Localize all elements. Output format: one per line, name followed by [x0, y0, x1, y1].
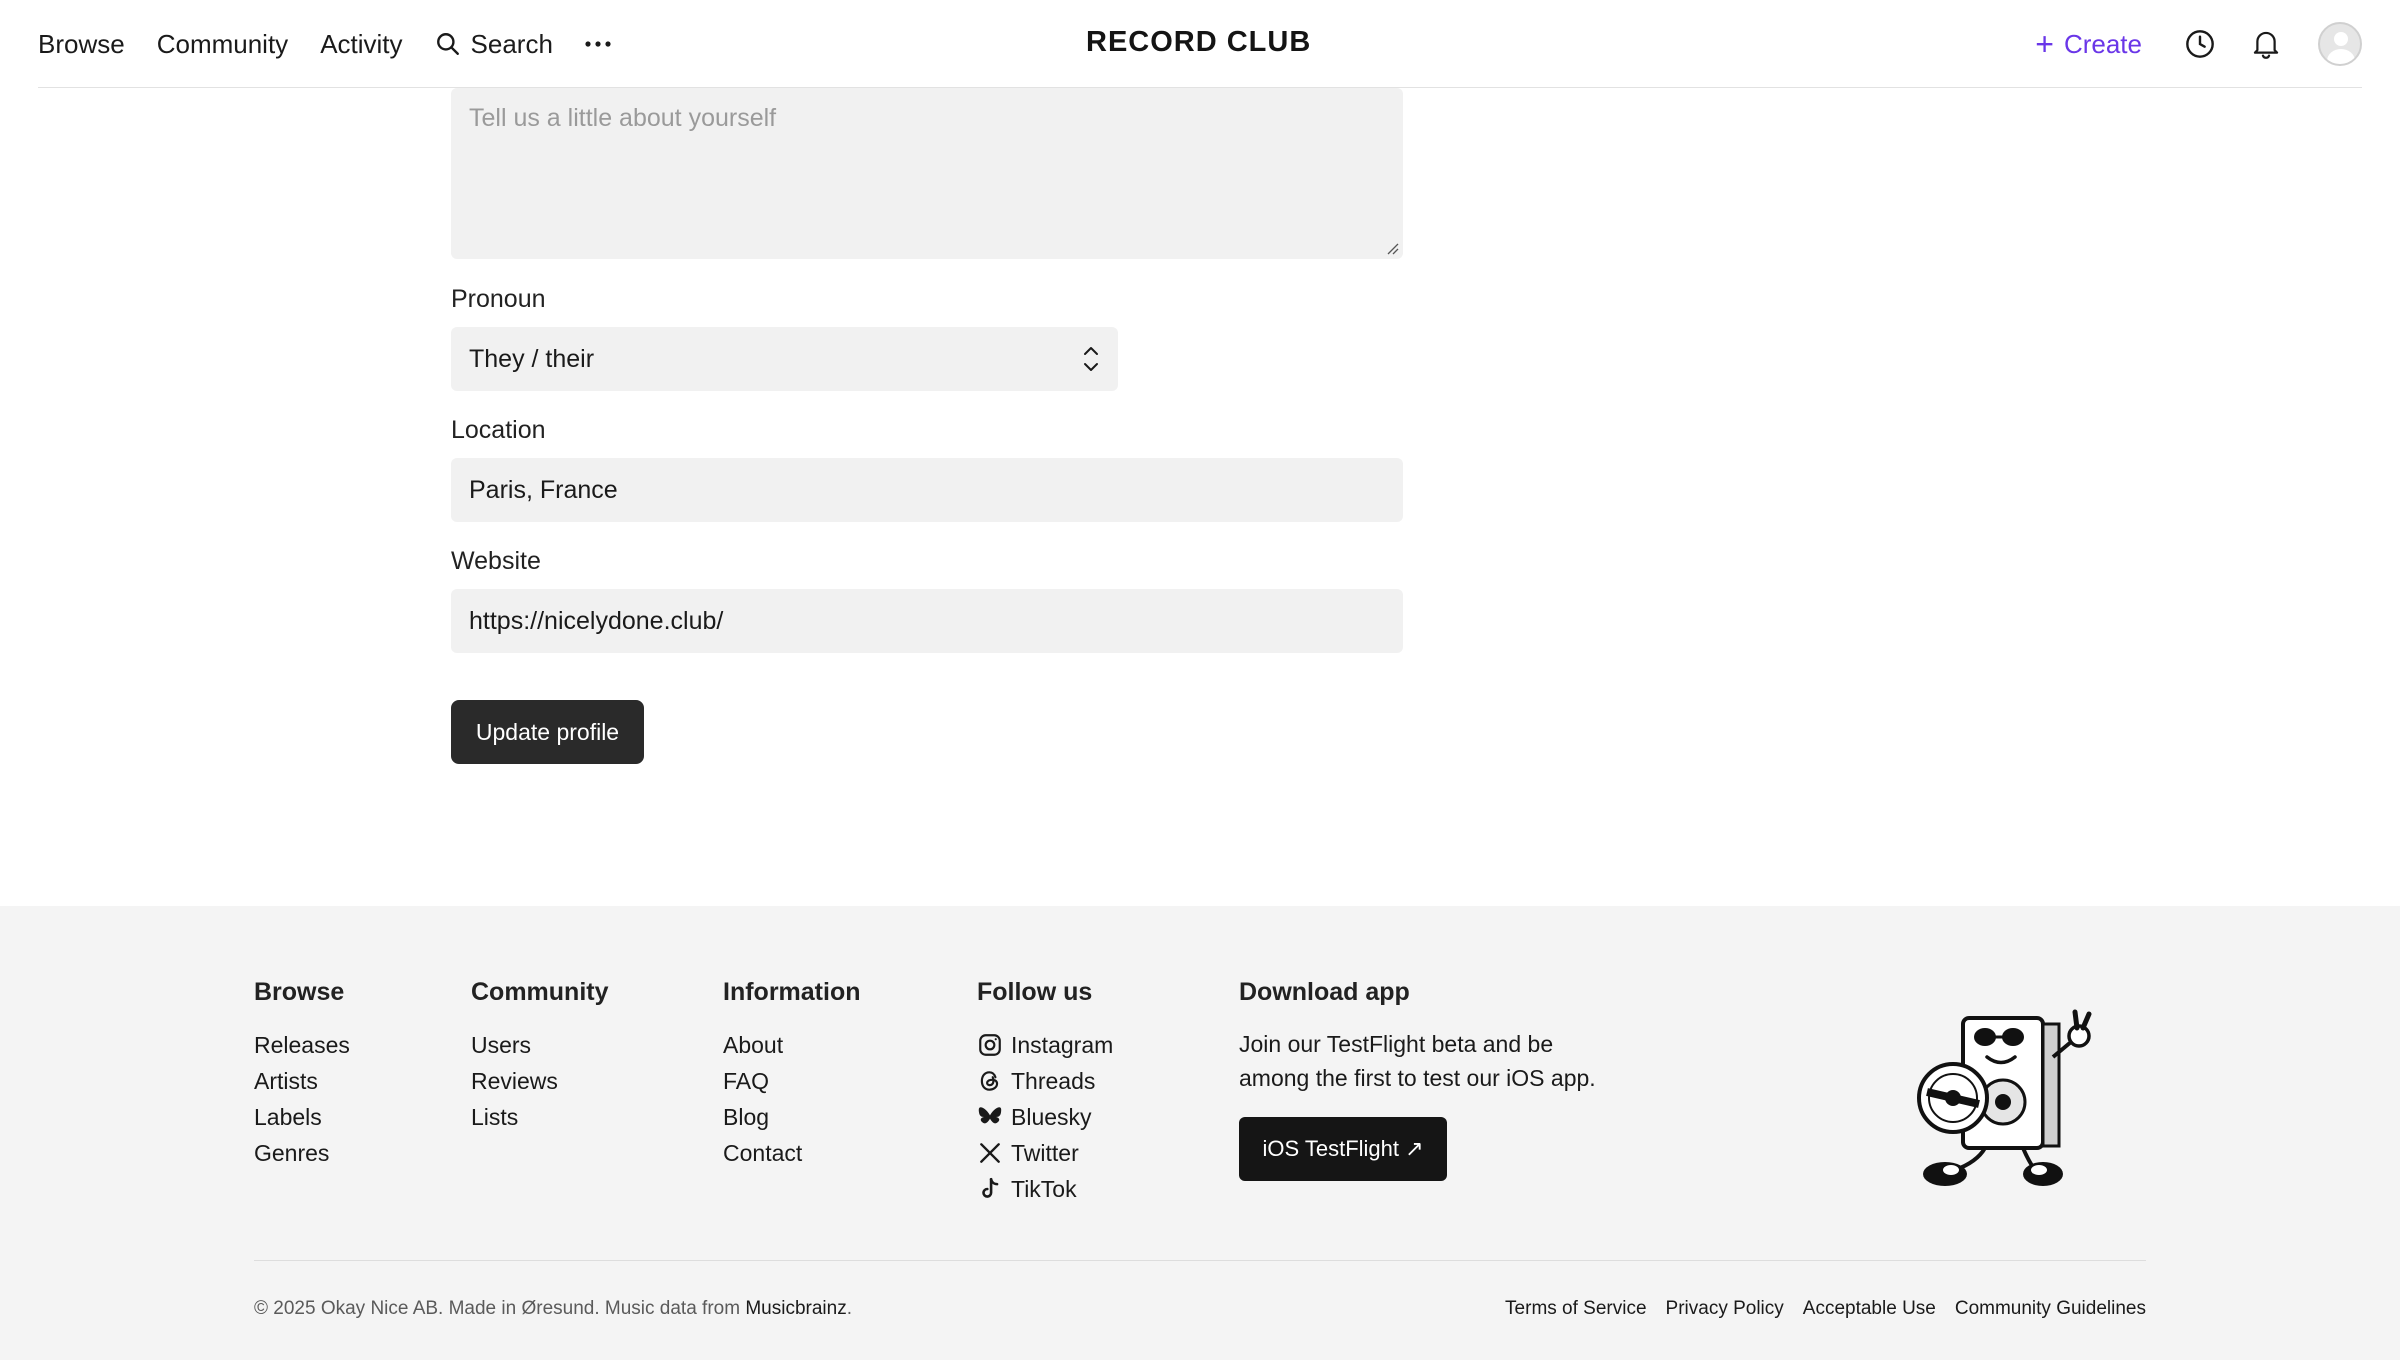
copyright-period: .: [846, 1298, 852, 1319]
footer-link-twitter[interactable]: Twitter: [977, 1135, 1113, 1171]
avatar-head-shape: [2334, 32, 2348, 46]
copyright-notice: © 2025 Okay Nice AB. Made in Øresund. Mu…: [254, 1298, 852, 1320]
nav-search-label: Search: [470, 28, 553, 59]
pronoun-value: They / their: [469, 344, 595, 373]
more-menu-button[interactable]: [583, 39, 613, 49]
bluesky-icon: [978, 1107, 1002, 1124]
terms-of-service-link[interactable]: Terms of Service: [1505, 1298, 1646, 1320]
footer-divider: [254, 1260, 2146, 1261]
history-button[interactable]: [2178, 22, 2222, 66]
website-label: Website: [451, 547, 541, 575]
footer-link-releases[interactable]: Releases: [254, 1027, 350, 1063]
website-input[interactable]: https://nicelydone.club/: [451, 589, 1403, 653]
footer-link-about[interactable]: About: [723, 1027, 861, 1063]
acceptable-use-link[interactable]: Acceptable Use: [1803, 1298, 1936, 1320]
location-label: Location: [451, 416, 546, 444]
history-icon: [2186, 30, 2214, 58]
footer-link-threads[interactable]: Threads: [977, 1063, 1113, 1099]
footer-link-labels[interactable]: Labels: [254, 1099, 350, 1135]
musicbrainz-link[interactable]: Musicbrainz: [745, 1298, 846, 1319]
search-icon: [436, 33, 459, 55]
footer-information-column: Information About FAQ Blog Contact: [723, 978, 861, 1171]
location-value: Paris, France: [469, 475, 618, 504]
location-input[interactable]: Paris, France: [451, 458, 1403, 522]
footer-link-lists[interactable]: Lists: [471, 1099, 609, 1135]
footer-app-text: Join our TestFlight beta and be among th…: [1239, 1031, 1596, 1091]
page: Browse Community Activity Search RECORD …: [0, 0, 2400, 1360]
site-footer: Browse Releases Artists Labels Genres Co…: [0, 906, 2400, 1360]
footer-app-column: Download app Join our TestFlight beta an…: [1239, 978, 1609, 1181]
website-value: https://nicelydone.club/: [469, 606, 724, 635]
update-profile-button[interactable]: Update profile: [451, 700, 644, 764]
chevron-updown-icon: [1084, 347, 1098, 371]
bio-placeholder: Tell us a little about yourself: [469, 104, 777, 132]
primary-nav: Browse Community Activity Search: [38, 0, 613, 88]
footer-link-bluesky[interactable]: Bluesky: [977, 1099, 1113, 1135]
footer-community-column: Community Users Reviews Lists: [471, 978, 609, 1135]
footer-link-blog[interactable]: Blog: [723, 1099, 861, 1135]
copyright-text: © 2025 Okay Nice AB. Made in Øresund. Mu…: [254, 1298, 741, 1319]
footer-app-title: Download app: [1239, 978, 1410, 1006]
community-guidelines-link[interactable]: Community Guidelines: [1955, 1298, 2146, 1320]
nav-community[interactable]: Community: [157, 29, 288, 60]
create-label: Create: [2063, 28, 2142, 59]
footer-community-title: Community: [471, 978, 609, 1006]
footer-follow-title: Follow us: [977, 978, 1093, 1006]
instagram-label: Instagram: [1011, 1032, 1114, 1058]
top-navigation: Browse Community Activity Search RECORD …: [0, 0, 2400, 88]
pronoun-label: Pronoun: [451, 285, 546, 313]
pronoun-select[interactable]: They / their: [451, 327, 1118, 391]
footer-link-tiktok[interactable]: TikTok: [977, 1171, 1113, 1207]
footer-link-users[interactable]: Users: [471, 1027, 609, 1063]
footer-follow-column: Follow us Instagram Threads Bluesky Twit…: [977, 978, 1113, 1207]
twitter-label: Twitter: [1011, 1140, 1079, 1166]
footer-link-contact[interactable]: Contact: [723, 1135, 861, 1171]
bell-icon: [2253, 31, 2279, 59]
avatar[interactable]: [2318, 22, 2362, 66]
threads-label: Threads: [1011, 1068, 1096, 1094]
plus-icon: +: [2035, 26, 2054, 62]
footer-link-artists[interactable]: Artists: [254, 1063, 350, 1099]
bluesky-label: Bluesky: [1011, 1104, 1092, 1130]
legal-links: Terms of Service Privacy Policy Acceptab…: [1486, 1298, 2146, 1320]
site-logo[interactable]: RECORD CLUB: [1086, 26, 1311, 59]
create-button[interactable]: + Create: [2035, 28, 2142, 60]
footer-link-instagram[interactable]: Instagram: [977, 1027, 1113, 1063]
instagram-icon: [979, 1034, 1001, 1056]
avatar-body-shape: [2327, 49, 2355, 64]
footer-browse-column: Browse Releases Artists Labels Genres: [254, 978, 350, 1171]
more-icon: [585, 41, 611, 47]
footer-browse-title: Browse: [254, 978, 345, 1006]
resize-handle-icon[interactable]: [1385, 241, 1399, 255]
footer-link-faq[interactable]: FAQ: [723, 1063, 861, 1099]
threads-icon: [980, 1071, 999, 1091]
footer-link-genres[interactable]: Genres: [254, 1135, 350, 1171]
footer-information-title: Information: [723, 978, 861, 1006]
nav-activity[interactable]: Activity: [320, 29, 402, 60]
tiktok-label: TikTok: [1011, 1176, 1077, 1202]
header-divider: [38, 87, 2362, 88]
ios-testflight-button[interactable]: iOS TestFlight ↗: [1239, 1117, 1447, 1181]
tiktok-icon: [982, 1177, 999, 1198]
bio-textarea[interactable]: Tell us a little about yourself: [451, 88, 1403, 259]
nav-browse[interactable]: Browse: [38, 29, 125, 60]
user-nav: + Create: [2035, 0, 2362, 88]
privacy-policy-link[interactable]: Privacy Policy: [1666, 1298, 1784, 1320]
nav-search[interactable]: Search: [435, 29, 553, 60]
footer-link-reviews[interactable]: Reviews: [471, 1063, 609, 1099]
notifications-button[interactable]: [2244, 22, 2288, 66]
mascot-illustration: [1917, 1009, 2092, 1186]
twitter-icon: [980, 1143, 1000, 1163]
